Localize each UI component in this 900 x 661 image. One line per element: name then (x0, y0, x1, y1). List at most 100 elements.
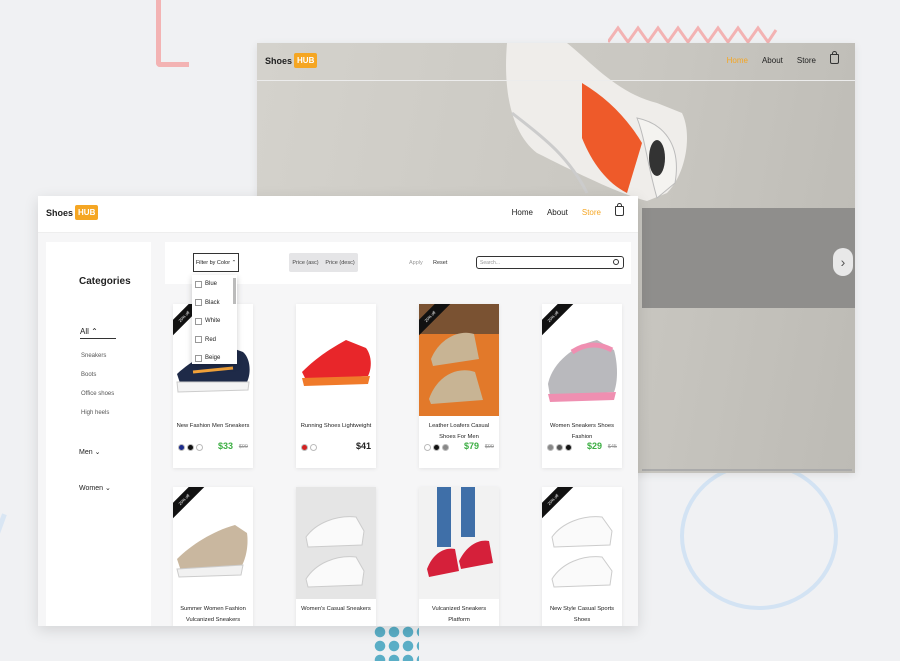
product-old-price: $99 (484, 444, 494, 450)
product-card[interactable]: 20% off Leather Loafers Casual Shoes For… (419, 304, 499, 468)
swatch-white[interactable] (196, 444, 203, 451)
store-nav-links: Home About Store (512, 203, 624, 217)
color-swatches (301, 444, 317, 451)
checkbox[interactable] (195, 336, 202, 344)
categories-sidebar: Categories All ⌃ Sneakers Boots Office s… (46, 242, 151, 626)
category-men[interactable]: Men ⌄ (79, 448, 100, 456)
color-option-white[interactable]: White (192, 312, 237, 331)
checkbox[interactable] (195, 299, 202, 307)
category-all[interactable]: All ⌃ (80, 327, 116, 339)
store-logo[interactable]: Shoes HUB (46, 205, 99, 220)
product-card[interactable]: Women's Casual Sneakers (296, 487, 376, 626)
product-image (419, 487, 499, 599)
price-sort-group: Price (asc) Price (desc) (289, 253, 358, 272)
checkbox[interactable] (195, 280, 202, 288)
back-nav-links: Home About Store (727, 51, 839, 65)
product-card[interactable]: 20% off New Style Casual Sports Shoes (542, 487, 622, 626)
discount-ribbon: 20% off (542, 304, 578, 340)
swatch-black[interactable] (565, 444, 572, 451)
product-price: $29 (586, 441, 602, 451)
search-input[interactable]: Search... (476, 256, 624, 269)
back-nav-about[interactable]: About (762, 56, 783, 65)
chevron-right-icon[interactable]: › (833, 248, 853, 276)
swatch-dark-gray[interactable] (556, 444, 563, 451)
swatch-gray[interactable] (442, 444, 449, 451)
swatch-gray[interactable] (547, 444, 554, 451)
category-high-heels[interactable]: High heels (81, 410, 109, 416)
color-option-red[interactable]: Red (192, 331, 237, 350)
product-name: Running Shoes Lightweight (300, 423, 372, 429)
back-logo[interactable]: Shoes HUB (265, 53, 318, 68)
color-option-blue[interactable]: Blue (192, 275, 237, 294)
decor-zigzag (608, 25, 778, 44)
category-boots[interactable]: Boots (81, 372, 96, 378)
color-swatches (424, 444, 449, 451)
chevron-up-icon: ⌃ (91, 327, 98, 336)
decor-circle (680, 462, 838, 610)
product-price: $41 (355, 441, 371, 451)
decor-slash (0, 513, 7, 647)
product-price: $79 (463, 441, 479, 451)
product-name: New Fashion Men Sneakers (176, 423, 250, 429)
cart-icon[interactable] (615, 203, 624, 216)
back-nav-store[interactable]: Store (797, 56, 816, 65)
cart-icon[interactable] (830, 51, 839, 64)
checkbox[interactable] (195, 317, 202, 325)
filter-by-color-button[interactable]: Filter by Color ⌃ (193, 253, 239, 272)
sort-price-desc[interactable]: Price (desc) (325, 260, 354, 266)
swatch-white[interactable] (424, 444, 431, 451)
color-swatches (178, 444, 203, 451)
category-sneakers[interactable]: Sneakers (81, 353, 106, 359)
categories-title: Categories (79, 276, 131, 287)
product-image (296, 487, 376, 599)
store-nav-store[interactable]: Store (582, 208, 601, 217)
hero-band (642, 208, 855, 308)
swatch-black[interactable] (187, 444, 194, 451)
color-dropdown: Blue Black White Red Beige (192, 275, 237, 364)
product-card[interactable]: 20% off Summer Women Fashion Vulcanized … (173, 487, 253, 626)
back-nav-home[interactable]: Home (727, 56, 748, 65)
chevron-down-icon: ⌄ (94, 449, 101, 456)
hero-divider (642, 469, 852, 471)
color-swatches (547, 444, 572, 451)
product-card[interactable]: 20% off Women Sneakers Shoes Fashion $29… (542, 304, 622, 468)
color-option-black[interactable]: Black (192, 294, 237, 313)
product-name: Women Sneakers Shoes Fashion (549, 423, 614, 440)
reset-button[interactable]: Reset (433, 260, 447, 266)
store-screenshot: Shoes HUB Home About Store Categories All… (38, 196, 638, 626)
product-name: New Style Casual Sports Shoes (549, 606, 615, 623)
category-women[interactable]: Women ⌄ (79, 484, 111, 492)
product-old-price: $99 (238, 444, 248, 450)
search-icon[interactable] (613, 259, 619, 265)
swatch-red[interactable] (301, 444, 308, 451)
chevron-down-icon: ⌄ (104, 485, 111, 492)
product-name: Summer Women Fashion Vulcanized Sneakers (180, 606, 246, 623)
back-navbar: Shoes HUB Home About Store (257, 43, 855, 81)
discount-ribbon: 20% off (419, 304, 455, 340)
store-navbar: Shoes HUB Home About Store (38, 196, 638, 233)
store-nav-about[interactable]: About (547, 208, 568, 217)
discount-ribbon: 20% off (173, 487, 209, 523)
product-old-price: $45 (607, 444, 617, 450)
sort-price-asc[interactable]: Price (asc) (292, 260, 318, 266)
product-card[interactable]: Vulcanized Sneakers Platform (419, 487, 499, 626)
chevron-up-icon: ⌃ (231, 259, 237, 266)
category-office-shoes[interactable]: Office shoes (81, 391, 114, 397)
product-name: Vulcanized Sneakers Platform (431, 606, 487, 623)
dropdown-scrollbar[interactable] (233, 278, 236, 304)
product-image (296, 304, 376, 416)
store-nav-home[interactable]: Home (512, 208, 533, 217)
apply-button[interactable]: Apply (409, 260, 423, 266)
color-option-beige[interactable]: Beige (192, 349, 237, 368)
product-card[interactable]: Running Shoes Lightweight $41 (296, 304, 376, 468)
discount-ribbon: 20% off (542, 487, 578, 523)
product-name: Leather Loafers Casual Shoes For Men (428, 423, 490, 440)
decor-dots (373, 625, 419, 661)
swatch-white[interactable] (310, 444, 317, 451)
swatch-blue[interactable] (178, 444, 185, 451)
checkbox[interactable] (195, 354, 202, 362)
product-name: Women's Casual Sneakers (301, 606, 371, 612)
decor-corner (156, 0, 189, 67)
swatch-black[interactable] (433, 444, 440, 451)
product-price: $33 (217, 441, 233, 451)
